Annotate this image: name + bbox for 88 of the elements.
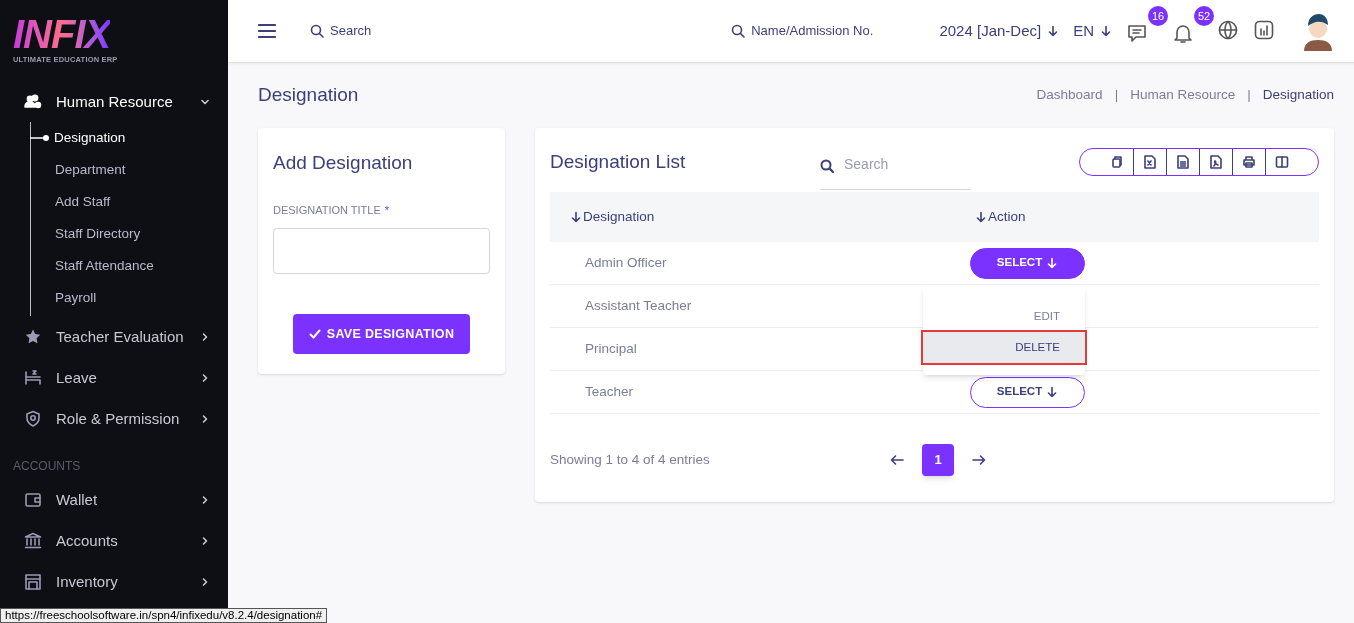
sidebar-item[interactable]: Wallet — [0, 479, 228, 521]
wallet-icon — [24, 490, 42, 509]
chevron-right-icon — [200, 413, 210, 424]
submenu-item[interactable]: Staff Attendance — [55, 256, 154, 277]
card-title: Add Designation — [273, 151, 414, 175]
sidebar-item[interactable]: Accounts — [0, 520, 228, 562]
shield-icon — [24, 409, 42, 428]
arrow-right-icon — [972, 454, 986, 466]
store-icon — [24, 572, 42, 591]
submenu-item[interactable]: Designation — [54, 128, 126, 149]
bell-button[interactable] — [1172, 22, 1194, 44]
column-header[interactable]: Designation — [570, 206, 975, 228]
table-cell-text: Teacher — [585, 382, 635, 401]
breadcrumb-separator: | — [1114, 85, 1119, 104]
text-input-field[interactable] — [273, 228, 490, 274]
active-dot-icon — [30, 134, 50, 143]
check-icon — [308, 328, 321, 340]
breadcrumb-link[interactable]: Dashboard — [1036, 84, 1103, 106]
select-dropdown-button[interactable]: SELECT — [970, 247, 1085, 279]
sidebar-item[interactable]: Inventory — [0, 561, 228, 603]
copy-icon — [1109, 155, 1124, 169]
column-header[interactable]: Action — [975, 206, 1026, 228]
globe-icon — [1218, 20, 1238, 40]
menu-item[interactable]: DELETE — [923, 332, 1085, 363]
session-dropdown[interactable]: 2024 [Jan-Dec] — [939, 19, 1060, 43]
bell-icon — [1172, 22, 1194, 44]
arrow-down-icon — [1046, 257, 1059, 269]
columns-icon — [1275, 155, 1289, 169]
admission-search-field[interactable]: Name/Admission No. — [731, 21, 874, 41]
search-icon — [820, 158, 834, 173]
search-icon — [731, 24, 746, 38]
arrow-down-icon — [1046, 386, 1059, 398]
document-icon — [1176, 155, 1190, 169]
breadcrumb-link[interactable]: Human Resource — [1130, 84, 1236, 106]
print-icon — [1242, 155, 1256, 169]
next-page-button[interactable] — [972, 454, 986, 466]
sort-arrow-icon — [570, 211, 582, 223]
required-mark: * — [384, 202, 390, 218]
globe-button[interactable] — [1218, 20, 1240, 42]
breadcrumb-separator: | — [1247, 85, 1251, 104]
page-title: Designation — [258, 82, 359, 107]
select-dropdown-button[interactable]: SELECT — [970, 376, 1085, 408]
table-cell-text: Principal — [585, 339, 638, 358]
submenu-item[interactable]: Department — [55, 160, 126, 181]
sidebar-item[interactable]: Teacher Evaluation — [0, 316, 228, 358]
url-tooltip: https://freeschoolsoftware.in/spn4/infixedu/v8.2.4/designation# — [0, 608, 328, 623]
excel-icon — [1143, 155, 1157, 169]
sidebar-item[interactable]: Human Resource — [0, 81, 228, 123]
submenu-item[interactable]: Staff Directory — [55, 224, 141, 245]
bank-icon — [24, 531, 42, 550]
count-badge: 52 — [1194, 6, 1214, 26]
previous-page-button[interactable] — [890, 454, 904, 466]
chevron-right-icon — [200, 535, 210, 546]
table-cell-text: Assistant Teacher — [585, 296, 693, 315]
chevron-right-icon — [200, 494, 210, 505]
search-icon — [310, 24, 324, 38]
submenu-item[interactable]: Add Staff — [55, 192, 111, 213]
menu-icon — [258, 23, 276, 39]
breadcrumb-link[interactable]: Designation — [1262, 84, 1334, 106]
table-cell-text: Admin Officer — [585, 253, 668, 272]
message-icon — [1126, 22, 1148, 44]
field-label: DESIGNATION TITLE — [273, 202, 381, 218]
arrow-down-icon — [1047, 25, 1060, 37]
people-icon — [24, 92, 42, 111]
submenu-item[interactable]: Payroll — [55, 288, 97, 309]
section-heading: ACCOUNTS — [12, 458, 82, 476]
save-button[interactable]: SAVE DESIGNATION — [292, 314, 471, 354]
entries-info: Showing 1 to 4 of 4 entries — [550, 450, 711, 469]
search-field[interactable]: Search — [310, 21, 372, 41]
sort-arrow-icon — [975, 211, 987, 223]
count-badge: 16 — [1148, 6, 1168, 26]
page-button[interactable]: 1 — [922, 444, 954, 476]
avatar-icon[interactable] — [1302, 11, 1334, 51]
arrow-left-icon — [890, 454, 904, 466]
card-title: Designation List — [550, 149, 687, 174]
language-dropdown[interactable]: EN — [1073, 19, 1112, 43]
bed-icon — [24, 368, 42, 387]
chart-button[interactable] — [1254, 20, 1276, 42]
bar-chart-icon — [1254, 20, 1274, 40]
chevron-right-icon — [200, 372, 210, 383]
arrow-down-icon — [1100, 25, 1112, 37]
chevron-right-icon — [200, 331, 210, 342]
message-button[interactable] — [1126, 22, 1148, 44]
sidebar-item[interactable]: Leave — [0, 357, 228, 399]
sidebar-item[interactable]: Role & Permission — [0, 398, 228, 440]
pdf-icon — [1209, 155, 1223, 169]
chevron-right-icon — [200, 576, 210, 587]
menu-item[interactable]: EDIT — [923, 301, 1085, 332]
